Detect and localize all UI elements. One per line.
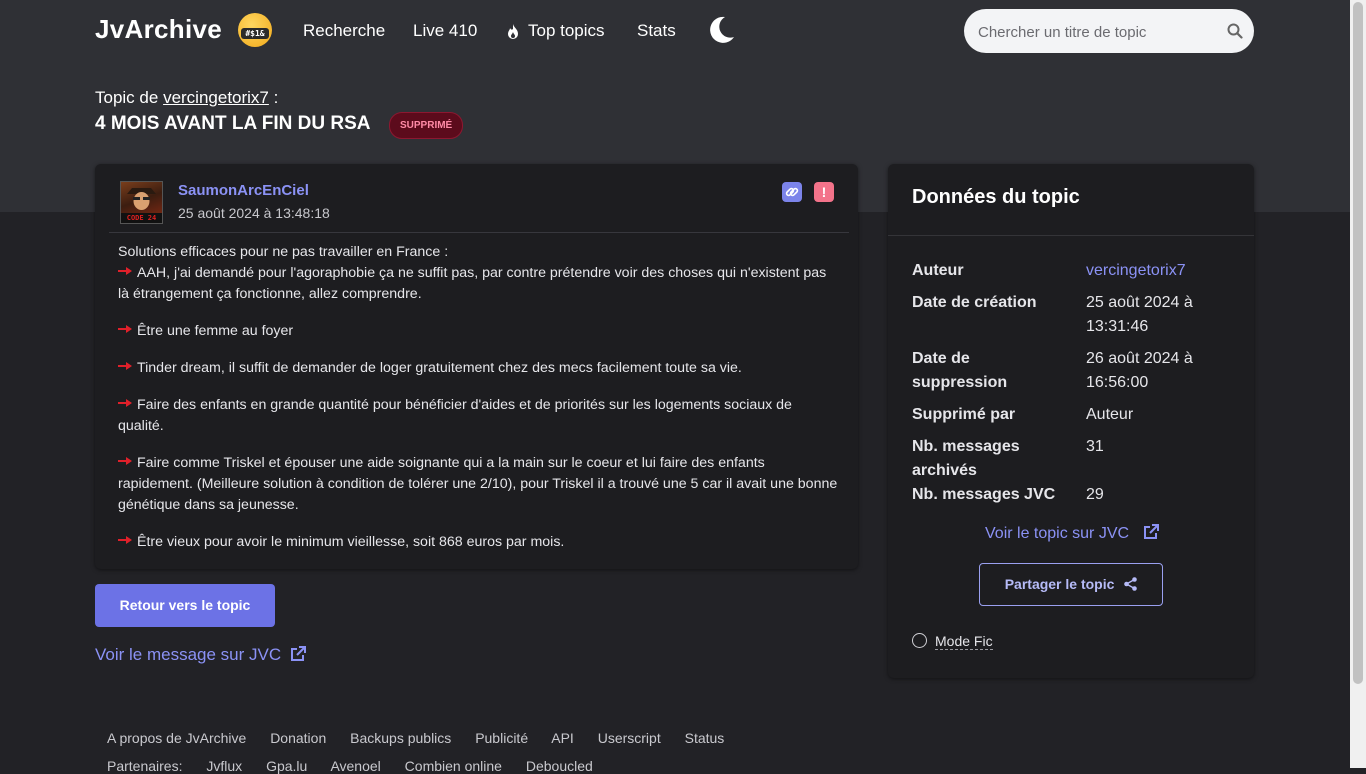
footer-links: A propos de JvArchive Donation Backups p… — [107, 730, 744, 746]
partner-link-avenoel[interactable]: Avenoel — [330, 758, 380, 774]
message-body: Solutions efficaces pour ne pas travaill… — [118, 242, 838, 569]
list-item-text: Faire comme Triskel et épouser une aide … — [118, 455, 838, 513]
nav-stats[interactable]: Stats — [637, 21, 676, 41]
share-icon — [1124, 577, 1138, 591]
emoji-badge-text: #$1& — [241, 28, 269, 39]
partner-link-gpalu[interactable]: Gpa.lu — [266, 758, 307, 774]
partner-link-deboucled[interactable]: Deboucled — [526, 758, 593, 774]
share-topic-label: Partager le topic — [1004, 576, 1115, 592]
footer-link-backups[interactable]: Backups publics — [350, 730, 451, 746]
search-bar — [964, 9, 1254, 55]
list-item-text: Tinder dream, il suffit de demander de l… — [137, 360, 742, 376]
footer-link-ads[interactable]: Publicité — [475, 730, 528, 746]
partner-link-jvflux[interactable]: Jvflux — [206, 758, 242, 774]
topic-data-panel: Données du topic Auteur vercingetorix7 D… — [888, 164, 1254, 678]
red-arrow-icon — [118, 267, 132, 275]
moon-icon[interactable] — [706, 15, 736, 45]
emoji-logo-icon: #$1& — [238, 13, 272, 47]
topic-prefix: Topic de — [95, 88, 159, 107]
mode-fic-toggle[interactable]: Mode Fic — [912, 633, 993, 650]
search-icon[interactable] — [1227, 23, 1243, 39]
list-item: Être une femme au foyer — [118, 321, 838, 342]
list-item: Faire des enfants en grande quantité pou… — [118, 395, 838, 437]
list-item: Être vieux pour avoir le minimum vieille… — [118, 532, 838, 553]
footer-link-donation[interactable]: Donation — [270, 730, 326, 746]
brand-logo[interactable]: JvArchive — [95, 14, 222, 45]
fire-icon — [508, 24, 518, 39]
row-label-author: Auteur — [912, 262, 964, 279]
footer-partners: Partenaires: Jvflux Gpa.lu Avenoel Combi… — [107, 758, 613, 774]
list-item-text: AAH, j'ai demandé pour l'agoraphobie ça … — [118, 265, 827, 302]
status-badge: SUPPRIMÉ — [389, 112, 464, 139]
red-arrow-icon — [118, 457, 132, 465]
row-label-deleted: Date de suppression — [912, 350, 1008, 391]
mode-fic-label: Mode Fic — [935, 633, 993, 650]
row-label-deleted-by: Supprimé par — [912, 406, 1016, 423]
row-value-created: 25 août 2024 à 13:31:46 — [1086, 294, 1193, 335]
search-input[interactable] — [976, 9, 1220, 55]
scrollbar-thumb[interactable] — [1353, 2, 1363, 684]
message-author[interactable]: SaumonArcEnCiel — [178, 182, 309, 199]
panel-author-link[interactable]: vercingetorix7 — [1086, 262, 1186, 279]
row-value-author: vercingetorix7 — [1086, 259, 1226, 283]
message-jvc-link-label: Voir le message sur JVC — [95, 645, 282, 664]
message-date: 25 août 2024 à 13:48:18 — [178, 205, 330, 221]
permalink-button[interactable] — [782, 182, 802, 202]
external-link-icon — [1143, 524, 1159, 539]
red-arrow-icon — [118, 399, 132, 407]
footer-link-about[interactable]: A propos de JvArchive — [107, 730, 246, 746]
nav-recherche[interactable]: Recherche — [303, 21, 385, 41]
mode-fic-checkbox[interactable] — [912, 633, 927, 648]
panel-divider — [888, 235, 1254, 236]
topic-suffix: : — [273, 88, 279, 107]
topic-jvc-link[interactable]: Voir le topic sur JVC — [985, 524, 1159, 543]
list-item: AAH, j'ai demandé pour l'agoraphobie ça … — [118, 263, 838, 305]
topic-author-line: Topic de vercingetorix7 : — [95, 88, 278, 108]
topic-jvc-link-label: Voir le topic sur JVC — [985, 525, 1130, 542]
avatar-tag: CODE 24 — [121, 213, 162, 223]
report-button[interactable]: ! — [814, 182, 834, 202]
avatar[interactable]: CODE 24 — [120, 181, 163, 224]
list-item-text: Être vieux pour avoir le minimum vieille… — [137, 534, 565, 550]
row-label-created: Date de création — [912, 294, 1037, 311]
row-value-deleted-by: Auteur — [1086, 406, 1134, 423]
red-arrow-icon — [118, 536, 132, 544]
message-intro: Solutions efficaces pour ne pas travaill… — [118, 244, 449, 260]
row-value-jvc-count: 29 — [1086, 486, 1104, 503]
footer-link-status[interactable]: Status — [685, 730, 725, 746]
message-jvc-link[interactable]: Voir le message sur JVC — [95, 645, 306, 665]
row-value-archived: 31 — [1086, 438, 1104, 455]
red-arrow-icon — [118, 325, 132, 333]
list-item-text: Faire des enfants en grande quantité pou… — [118, 397, 792, 434]
row-value-deleted: 26 août 2024 à 16:56:00 — [1086, 350, 1193, 391]
message-card: CODE 24 SaumonArcEnCiel 25 août 2024 à 1… — [95, 164, 858, 569]
list-item: Tinder dream, il suffit de demander de l… — [118, 358, 838, 379]
back-to-topic-button[interactable]: Retour vers le topic — [95, 584, 275, 627]
scrollbar[interactable] — [1350, 0, 1366, 768]
partners-label: Partenaires: — [107, 758, 183, 774]
avatar-image — [127, 188, 156, 210]
nav-live[interactable]: Live 410 — [413, 21, 477, 41]
external-link-icon — [290, 646, 306, 661]
nav-top-topics[interactable]: Top topics — [528, 21, 605, 41]
footer-link-userscript[interactable]: Userscript — [598, 730, 661, 746]
list-item-text: Être une femme au foyer — [137, 323, 294, 339]
page-title: 4 MOIS AVANT LA FIN DU RSA — [95, 113, 371, 134]
share-topic-button[interactable]: Partager le topic — [979, 563, 1163, 606]
footer-link-api[interactable]: API — [551, 730, 574, 746]
row-label-archived: Nb. messages archivés — [912, 438, 1020, 479]
partner-link-combien[interactable]: Combien online — [405, 758, 502, 774]
red-arrow-icon — [118, 362, 132, 370]
row-label-jvc-count: Nb. messages JVC — [912, 486, 1056, 503]
card-divider — [109, 232, 849, 233]
list-item: Faire comme Triskel et épouser une aide … — [118, 453, 838, 516]
link-icon — [785, 187, 799, 197]
topic-author-link[interactable]: vercingetorix7 — [163, 88, 269, 107]
panel-title: Données du topic — [912, 186, 1080, 208]
